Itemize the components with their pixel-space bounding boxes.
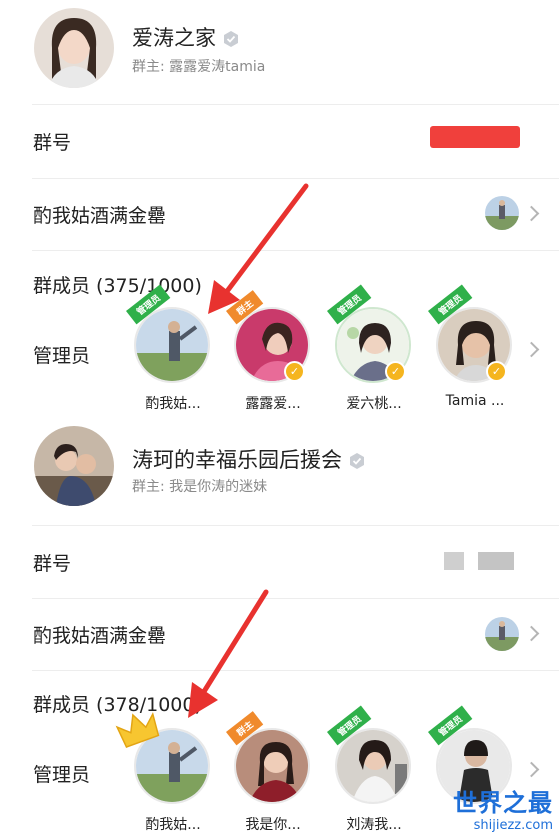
chevron-right-icon	[523, 341, 540, 358]
divider	[32, 670, 559, 671]
watermark-url: shijiezz.com	[473, 818, 553, 833]
verified-group-icon	[224, 31, 238, 47]
group-avatar	[34, 8, 114, 88]
member-name: 我是你...	[245, 817, 301, 833]
member-avatar	[134, 307, 210, 383]
member-name: 爱六桃...	[346, 396, 402, 412]
chevron-right-icon	[523, 205, 540, 222]
group-avatar	[34, 426, 114, 506]
member-name: Tamia ...	[445, 393, 505, 409]
group-number-label: 群号	[33, 132, 72, 154]
subgroup-avatar	[485, 196, 519, 230]
verified-check-icon: ✓	[284, 361, 305, 382]
member-name: 酌我姑...	[145, 817, 201, 833]
members-count-label[interactable]: 群成员 (375/1000)	[33, 271, 202, 298]
verified-check-icon: ✓	[385, 361, 406, 382]
divider	[32, 104, 559, 105]
chevron-right-icon	[523, 625, 540, 642]
annotation-arrow	[208, 183, 309, 314]
redacted-group-number	[444, 552, 464, 570]
verified-check-icon: ✓	[486, 361, 507, 382]
group-number-label: 群号	[33, 553, 72, 575]
redacted-group-number	[430, 126, 520, 148]
divider	[32, 598, 559, 599]
subgroup-label: 酌我姑酒满金罍	[33, 625, 167, 647]
group-name: 涛珂的幸福乐园后援会	[132, 444, 366, 474]
verified-group-icon	[350, 453, 364, 469]
group-owner: 群主: 露露爱涛tamia	[132, 59, 266, 75]
subgroup-label: 酌我姑酒满金罍	[33, 205, 167, 227]
chevron-right-icon	[523, 761, 540, 778]
member-name: 露露爱...	[245, 396, 301, 412]
member-name: 刘涛我...	[346, 817, 402, 833]
admins-label: 管理员	[33, 345, 91, 367]
members-count-label[interactable]: 群成员 (378/1000)	[33, 690, 202, 717]
watermark: 世界之最 shijiezz.com	[453, 783, 553, 833]
admins-label: 管理员	[33, 764, 91, 786]
subgroup-avatar	[485, 617, 519, 651]
member-name: 酌我姑...	[145, 396, 201, 412]
divider	[32, 178, 559, 179]
divider	[32, 525, 559, 526]
group-name: 爱涛之家	[132, 22, 240, 52]
watermark-title: 世界之最	[453, 789, 553, 817]
annotation-arrow	[188, 589, 269, 718]
member-avatar	[234, 728, 310, 804]
redacted-group-number	[478, 552, 514, 570]
group-owner: 群主: 我是你涛的迷妹	[132, 479, 268, 495]
member-avatar	[335, 728, 411, 804]
